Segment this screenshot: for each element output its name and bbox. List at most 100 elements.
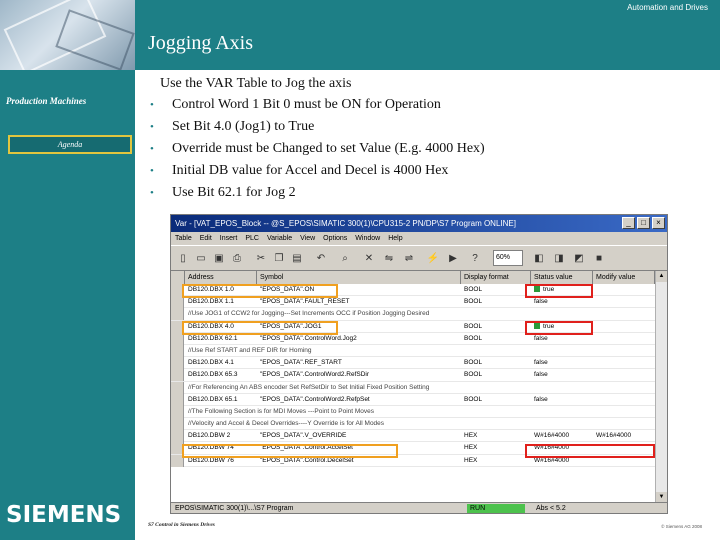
row-header[interactable] xyxy=(171,405,184,418)
row-header[interactable] xyxy=(171,344,184,357)
table-row[interactable]: DB120.DBX 65.3 "EPOS_DATA".ControlWord2.R… xyxy=(171,369,655,382)
comment-row[interactable]: //For Referencing An ABS encoder Set Ref… xyxy=(171,381,655,394)
monitor-icon[interactable]: ⇋ xyxy=(381,250,397,266)
row-header[interactable] xyxy=(171,296,184,309)
single-step-icon[interactable]: ▶ xyxy=(445,250,461,266)
table-row[interactable]: DB120.DBX 62.1 "EPOS_DATA".ControlWord.Jo… xyxy=(171,332,655,345)
format-cell[interactable]: BOOL xyxy=(461,394,531,406)
format-cell[interactable]: BOOL xyxy=(461,321,531,333)
symbol-cell[interactable]: "EPOS_DATA".ControlWord2.RefSDir xyxy=(257,369,461,381)
address-cell[interactable]: DB120.DBX 65.1 xyxy=(185,394,257,406)
address-cell[interactable]: DB120.DBW 74 xyxy=(185,442,257,454)
disconnect-icon[interactable]: ✕ xyxy=(361,250,377,266)
trigger-icon[interactable]: ⚡ xyxy=(425,250,441,266)
monitor-variable-icon[interactable]: ◧ xyxy=(531,250,547,266)
open-icon[interactable]: ▭ xyxy=(193,250,209,266)
row-header[interactable] xyxy=(171,369,184,382)
help-icon[interactable]: ? xyxy=(467,250,483,266)
address-cell[interactable]: DB120.DBX 4.1 xyxy=(185,357,257,369)
address-cell[interactable]: DB120.DBW 76 xyxy=(185,455,257,467)
table-row[interactable]: DB120.DBX 4.0 "EPOS_DATA".JOG1 BOOL true xyxy=(171,320,655,333)
row-header[interactable] xyxy=(171,320,184,333)
symbol-cell[interactable]: "EPOS_DATA".ControlWord.Jog2 xyxy=(257,333,461,345)
column-header-status[interactable]: Status value xyxy=(531,271,593,284)
menu-edit[interactable]: Edit xyxy=(200,232,212,245)
format-cell[interactable]: HEX xyxy=(461,442,531,454)
format-cell[interactable]: BOOL xyxy=(461,333,531,345)
menu-insert[interactable]: Insert xyxy=(220,232,238,245)
address-cell[interactable]: DB120.DBX 65.3 xyxy=(185,369,257,381)
modify-variable-icon[interactable]: ◨ xyxy=(551,250,567,266)
table-row[interactable]: DB120.DBX 65.1 "EPOS_DATA".ControlWord2.R… xyxy=(171,393,655,406)
stop-icon[interactable]: ■ xyxy=(591,250,607,266)
row-header[interactable] xyxy=(171,454,184,467)
cut-icon[interactable]: ✂ xyxy=(253,250,269,266)
vertical-scrollbar[interactable]: ▲ ▼ xyxy=(655,271,667,503)
new-icon[interactable]: ▯ xyxy=(175,250,191,266)
force-icon[interactable]: ◩ xyxy=(571,250,587,266)
menu-plc[interactable]: PLC xyxy=(245,232,259,245)
undo-icon[interactable]: ↶ xyxy=(313,250,329,266)
address-cell[interactable]: DB120.DBX 62.1 xyxy=(185,333,257,345)
address-cell[interactable]: DB120.DBX 1.1 xyxy=(185,296,257,308)
symbol-cell[interactable]: "EPOS_DATA".FAULT_RESET xyxy=(257,296,461,308)
symbol-cell[interactable]: "EPOS_DATA".JOG1 xyxy=(257,321,461,333)
table-row[interactable]: DB120.DBW 74 "EPOS_DATA".Control.AccelSet… xyxy=(171,442,655,455)
row-header[interactable] xyxy=(171,430,184,443)
comment-row[interactable]: //Use JOG1 of CCW2 for Jogging---Set Inc… xyxy=(171,308,655,321)
maximize-icon[interactable]: □ xyxy=(637,217,650,229)
menu-variable[interactable]: Variable xyxy=(267,232,292,245)
format-cell[interactable]: BOOL xyxy=(461,357,531,369)
table-row[interactable]: DB120.DBW 2 "EPOS_DATA".V_OVERRIDE HEX W#16… xyxy=(171,430,655,443)
symbol-cell[interactable]: "EPOS_DATA".Control.AccelSet xyxy=(257,442,461,454)
print-icon[interactable]: ⎙ xyxy=(229,250,245,266)
menu-help[interactable]: Help xyxy=(388,232,402,245)
zoom-select[interactable]: 60% xyxy=(493,250,523,266)
modify-icon[interactable]: ⇌ xyxy=(401,250,417,266)
scroll-up-icon[interactable]: ▲ xyxy=(656,271,667,282)
table-row[interactable]: DB120.DBW 76 "EPOS_DATA".Control.DecelSet… xyxy=(171,454,655,467)
menu-table[interactable]: Table xyxy=(175,232,192,245)
menu-view[interactable]: View xyxy=(300,232,315,245)
symbol-cell[interactable]: "EPOS_DATA".ON xyxy=(257,284,461,296)
comment-row[interactable]: //Velocity and Accel & Decel Overrides--… xyxy=(171,418,655,431)
menu-options[interactable]: Options xyxy=(323,232,347,245)
column-header-modify[interactable]: Modify value xyxy=(593,271,655,284)
row-header[interactable] xyxy=(171,442,184,455)
symbol-cell[interactable]: "EPOS_DATA".Control.DecelSet xyxy=(257,455,461,467)
symbol-cell[interactable]: "EPOS_DATA".V_OVERRIDE xyxy=(257,430,461,442)
find-icon[interactable]: ⌕ xyxy=(337,250,353,266)
format-cell[interactable]: BOOL xyxy=(461,296,531,308)
format-cell[interactable]: HEX xyxy=(461,430,531,442)
comment-row[interactable]: //Use Ref START and REF DIR for Homing xyxy=(171,344,655,358)
agenda-button[interactable]: Agenda xyxy=(8,135,132,154)
close-icon[interactable]: × xyxy=(652,217,665,229)
format-cell[interactable]: BOOL xyxy=(461,369,531,381)
nav-section-label[interactable]: Production Machines xyxy=(6,96,130,106)
format-cell[interactable]: HEX xyxy=(461,455,531,467)
modify-cell[interactable]: W#16#4000 xyxy=(593,430,655,442)
column-header-address[interactable]: Address xyxy=(185,271,257,284)
symbol-cell[interactable]: "EPOS_DATA".ControlWord2.RefpSet xyxy=(257,394,461,406)
symbol-cell[interactable]: "EPOS_DATA".REF_START xyxy=(257,357,461,369)
row-header[interactable] xyxy=(171,393,184,406)
minimize-icon[interactable]: _ xyxy=(622,217,635,229)
copy-icon[interactable]: ❐ xyxy=(271,250,287,266)
row-header[interactable] xyxy=(171,308,184,321)
column-header-format[interactable]: Display format xyxy=(461,271,531,284)
table-row[interactable]: DB120.DBX 4.1 "EPOS_DATA".REF_START BOOL fa… xyxy=(171,357,655,370)
menu-window[interactable]: Window xyxy=(355,232,380,245)
format-cell[interactable]: BOOL xyxy=(461,284,531,296)
paste-icon[interactable]: ▤ xyxy=(289,250,305,266)
table-row[interactable]: DB120.DBX 1.0 "EPOS_DATA".ON BOOL true xyxy=(171,284,655,297)
row-header[interactable] xyxy=(171,418,184,431)
column-header-symbol[interactable]: Symbol xyxy=(257,271,461,284)
address-cell[interactable]: DB120.DBW 2 xyxy=(185,430,257,442)
table-row[interactable]: DB120.DBX 1.1 "EPOS_DATA".FAULT_RESET BOOL… xyxy=(171,296,655,309)
address-cell[interactable]: DB120.DBX 1.0 xyxy=(185,284,257,296)
save-icon[interactable]: ▣ xyxy=(211,250,227,266)
row-header[interactable] xyxy=(171,381,184,394)
address-cell[interactable]: DB120.DBX 4.0 xyxy=(185,321,257,333)
comment-row[interactable]: //The Following Section is for MDI Moves… xyxy=(171,405,655,419)
row-header[interactable] xyxy=(171,357,184,370)
